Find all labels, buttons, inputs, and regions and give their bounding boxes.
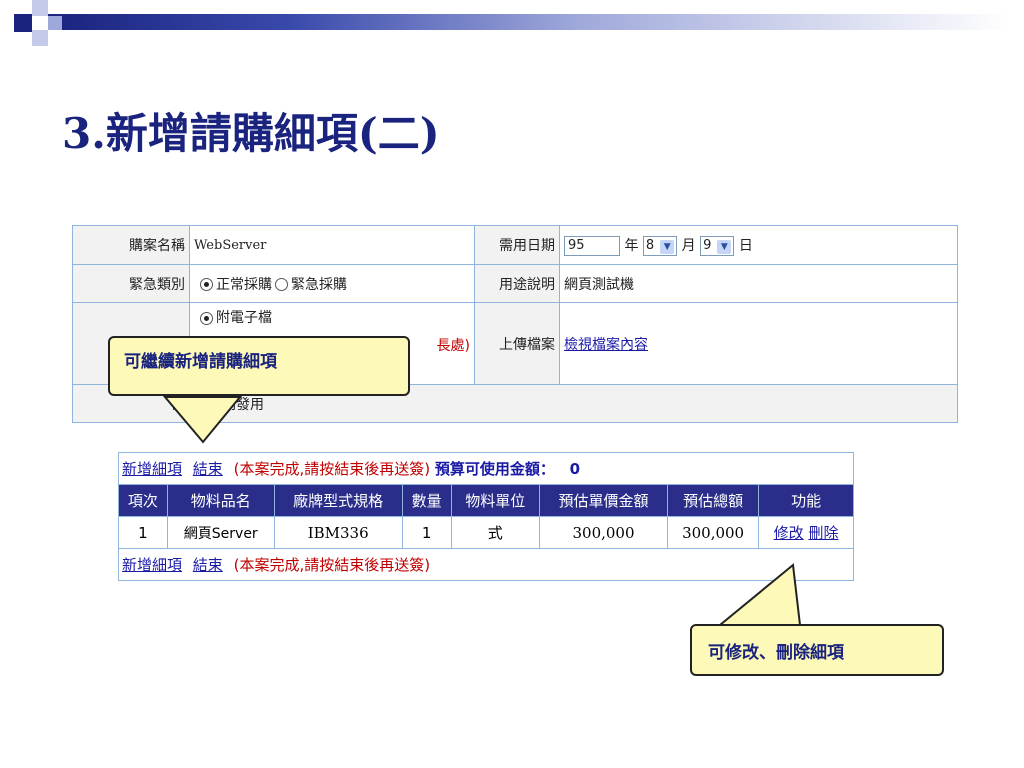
- callout-edit-delete-text: 可修改、刪除細項: [708, 643, 844, 663]
- callout-edit-delete: 可修改、刪除細項: [690, 624, 944, 676]
- callout-continue-add-text: 可繼續新增請購細項: [124, 352, 277, 372]
- callout-continue-add: 可繼續新增請購細項: [108, 336, 410, 396]
